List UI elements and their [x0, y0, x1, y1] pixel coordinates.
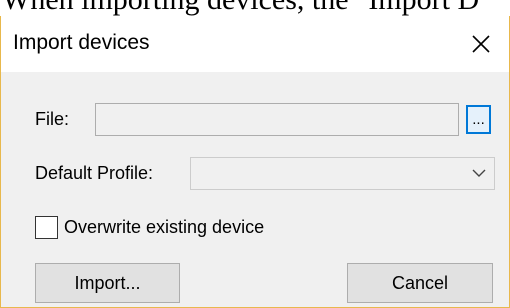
cancel-button[interactable]: Cancel	[347, 263, 493, 303]
file-path-input[interactable]	[95, 103, 459, 136]
dialog-titlebar: Import devices	[1, 16, 509, 72]
default-profile-select[interactable]	[190, 157, 495, 190]
overwrite-existing-device-label[interactable]: Overwrite existing device	[64, 216, 264, 238]
import-button[interactable]: Import...	[35, 263, 180, 303]
dialog-title: Import devices	[13, 31, 150, 54]
close-button[interactable]	[453, 16, 509, 72]
overwrite-existing-device-checkbox[interactable]	[35, 216, 58, 239]
close-icon	[472, 35, 490, 53]
default-profile-label: Default Profile:	[35, 163, 154, 183]
import-devices-dialog: Import devices File: ... Default Profile…	[0, 16, 510, 308]
browse-button[interactable]: ...	[466, 105, 491, 134]
file-label: File:	[35, 109, 70, 129]
chevron-down-icon	[472, 169, 486, 177]
